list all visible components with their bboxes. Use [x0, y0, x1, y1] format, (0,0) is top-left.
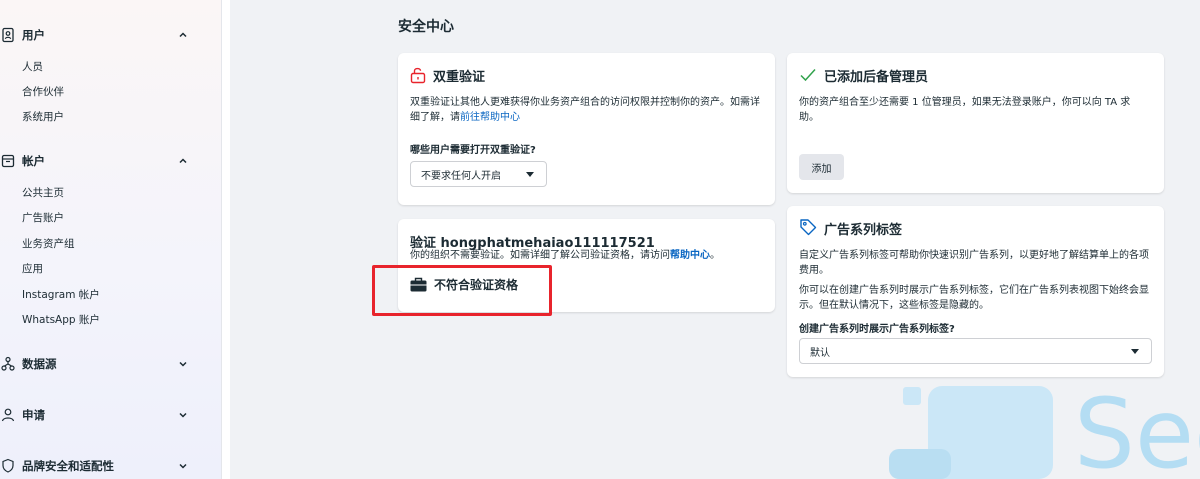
- chevron-down-icon[interactable]: [177, 409, 189, 421]
- sidebar-item-ad-accounts[interactable]: 广告账户: [22, 210, 64, 226]
- select-value: 不要求任何人开启: [421, 170, 501, 182]
- backup-admin-card: 已添加后备管理员 你的资产组合至少还需要 1 位管理员，如果无法登录账户，你可以…: [787, 53, 1164, 193]
- page-title: 安全中心: [398, 19, 454, 35]
- sidebar-item-partners[interactable]: 合作伙伴: [22, 84, 64, 100]
- chevron-up-icon[interactable]: [177, 29, 189, 41]
- select-value: 默认: [810, 347, 830, 359]
- verification-description: 你的组织不需要验证。如需详细了解公司验证资格，请访问帮助中心。: [410, 248, 770, 263]
- two-factor-requirement-select[interactable]: 不要求任何人开启: [410, 161, 547, 187]
- dropdown-caret-icon: [526, 172, 534, 177]
- backup-admin-description: 你的资产组合至少还需要 1 位管理员，如果无法登录账户，你可以向 TA 求助。: [799, 97, 1131, 123]
- two-factor-title: 双重验证: [433, 70, 486, 85]
- chevron-up-icon[interactable]: [177, 155, 189, 167]
- verification-description-suffix: 。: [710, 250, 720, 261]
- verification-description-text: 你的组织不需要验证。如需详细了解公司验证资格，请访问: [410, 250, 670, 261]
- sidebar-item-pages[interactable]: 公共主页: [22, 185, 64, 201]
- campaign-tags-display-info: 你可以在创建广告系列时展示广告系列标签，它们在广告系列表视图下始终会显示。但在默…: [799, 285, 1149, 311]
- checkmark-icon: [800, 68, 816, 82]
- sidebar-section-users[interactable]: 用户: [0, 24, 222, 46]
- shield-icon: [2, 458, 14, 473]
- watermark-text: Sec: [1074, 378, 1200, 479]
- sidebar-item-business-asset-groups[interactable]: 业务资产组: [22, 236, 75, 252]
- sidebar-section-brand-safety[interactable]: 品牌安全和适配性: [0, 455, 222, 477]
- sidebar-divider: [222, 0, 230, 479]
- campaign-tags-title: 广告系列标签: [824, 223, 903, 238]
- sidebar-item-system-users[interactable]: 系统用户: [22, 109, 64, 125]
- chevron-down-icon[interactable]: [177, 460, 189, 472]
- help-center-link[interactable]: 帮助中心: [670, 250, 710, 261]
- two-factor-description: 双重验证让其他人更难获得你业务资产组合的访问权限并控制你的资产。如需详细了解，请…: [410, 95, 760, 125]
- watermark-block: [889, 449, 951, 479]
- watermark-square: [903, 387, 921, 405]
- tag-icon: [800, 219, 817, 236]
- data-source-icon: [1, 356, 15, 371]
- two-factor-card: 双重验证 双重验证让其他人更难获得你业务资产组合的访问权限并控制你的资产。如需详…: [398, 53, 775, 205]
- person-request-icon: [1, 408, 15, 422]
- add-admin-button[interactable]: 添加: [799, 154, 844, 180]
- sidebar-item-instagram-accounts[interactable]: Instagram 帐户: [22, 287, 100, 303]
- sidebar-item-apps[interactable]: 应用: [22, 261, 43, 277]
- sidebar-section-label: 数据源: [22, 357, 57, 371]
- sidebar-section-label: 帐户: [22, 154, 45, 168]
- sidebar-section-label: 申请: [22, 408, 45, 422]
- sidebar-item-whatsapp-accounts[interactable]: WhatsApp 账户: [22, 312, 100, 328]
- help-center-link[interactable]: 前往帮助中心: [460, 112, 520, 123]
- chevron-down-icon[interactable]: [177, 358, 189, 370]
- user-badge-icon: [2, 27, 14, 43]
- sidebar-section-requests[interactable]: 申请: [0, 404, 222, 426]
- highlight-annotation: [372, 265, 552, 316]
- sidebar: 用户 人员 合作伙伴 系统用户 帐户 公共主页 广告账户 业务资产组 应用 In…: [0, 0, 222, 479]
- two-factor-question: 哪些用户需要打开双重验证?: [410, 145, 536, 156]
- dropdown-caret-icon: [1131, 349, 1139, 354]
- sidebar-section-data-sources[interactable]: 数据源: [0, 353, 222, 375]
- sidebar-section-label: 用户: [22, 28, 45, 42]
- campaign-tags-display-select[interactable]: 默认: [799, 338, 1152, 364]
- sidebar-item-people[interactable]: 人员: [22, 59, 43, 75]
- folder-icon: [1, 154, 15, 168]
- sidebar-section-accounts[interactable]: 帐户: [0, 150, 222, 172]
- sidebar-section-label: 品牌安全和适配性: [22, 459, 114, 473]
- campaign-tags-card: 广告系列标签 自定义广告系列标签可帮助你快速识别广告系列，以更好地了解结算单上的…: [787, 206, 1164, 377]
- backup-admin-title: 已添加后备管理员: [824, 70, 929, 85]
- unlock-icon: [410, 67, 426, 84]
- campaign-tags-description: 自定义广告系列标签可帮助你快速识别广告系列，以更好地了解结算单上的各项费用。: [799, 250, 1149, 276]
- campaign-tags-question: 创建广告系列时展示广告系列标签?: [799, 324, 955, 335]
